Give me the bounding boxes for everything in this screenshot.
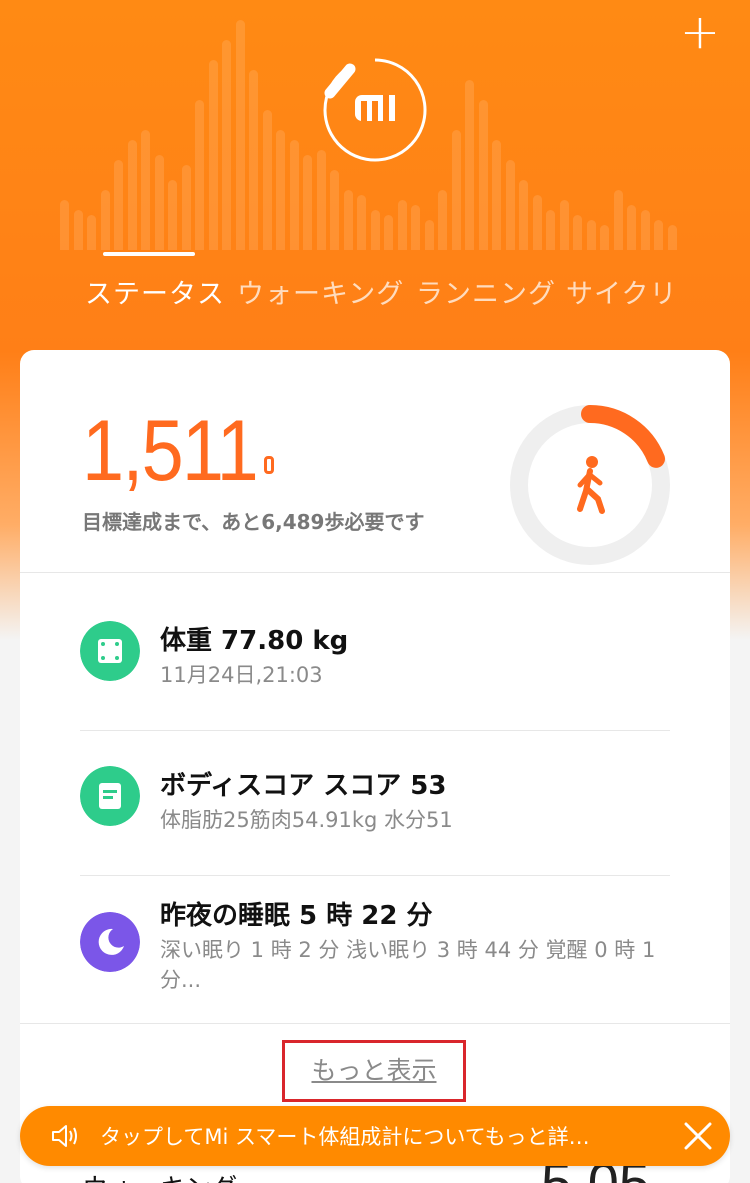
background-bar <box>478 100 488 250</box>
step-progress-ring[interactable] <box>510 405 670 565</box>
plus-icon: + <box>679 4 721 60</box>
row-divider <box>80 875 670 876</box>
progress-arc <box>581 405 666 468</box>
svg-text:z: z <box>115 935 120 945</box>
background-bar <box>613 190 623 250</box>
background-bar <box>424 220 434 250</box>
activity-tabs: ステータス ウォーキング ランニング サイクリ: <box>0 250 680 310</box>
background-bar <box>343 190 353 250</box>
mi-logo <box>323 58 427 162</box>
active-tab-indicator <box>103 252 195 256</box>
background-bar <box>654 220 663 250</box>
background-bar <box>546 210 555 250</box>
background-bar <box>73 210 83 250</box>
background-bar <box>667 225 677 250</box>
background-bar <box>154 155 164 250</box>
scale-icon <box>80 621 140 681</box>
summary-divider <box>20 572 730 573</box>
body-composition-detail: 体脂肪25筋肉54.91kg 水分51 <box>160 808 453 832</box>
background-bar <box>357 195 366 250</box>
step-count[interactable]: 1,511 <box>82 402 259 501</box>
sleep-title: 昨夜の睡眠 5 時 22 分 <box>160 901 433 931</box>
background-bar <box>262 110 272 250</box>
body-score-title: ボディスコア スコア 53 <box>160 771 447 801</box>
more-divider <box>20 1023 730 1024</box>
tab-status[interactable]: ステータス <box>85 272 225 310</box>
show-more-link[interactable]: もっと表示 <box>282 1040 466 1102</box>
background-bar <box>505 160 515 250</box>
report-icon <box>80 766 140 826</box>
walking-person-icon <box>577 456 605 514</box>
tab-cycling[interactable]: サイクリ: <box>566 272 680 310</box>
background-bar <box>168 180 177 250</box>
speaker-icon <box>52 1125 77 1147</box>
background-bar <box>208 60 218 250</box>
background-bar <box>519 180 528 250</box>
background-bar <box>586 220 596 250</box>
goal-remaining-text: 目標達成まで、あと6,489歩必要です <box>82 510 425 534</box>
background-bar <box>276 130 285 250</box>
background-bar <box>222 40 231 250</box>
background-bar <box>397 200 407 250</box>
background-bar <box>114 160 123 250</box>
background-bar <box>640 210 650 250</box>
status-card: 1,511 目標達成まで、あと6,489歩必要です 体重 77.80 kg 11… <box>20 350 730 1183</box>
background-bar <box>451 130 461 250</box>
background-bar <box>370 210 380 250</box>
background-bar <box>465 80 474 250</box>
background-bar <box>492 140 501 250</box>
tab-running[interactable]: ランニング <box>416 272 556 310</box>
background-bar <box>573 215 582 250</box>
weight-date: 11月24日,21:03 <box>160 663 323 687</box>
background-bar <box>181 165 191 250</box>
toast-message[interactable]: タップしてMi スマート体組成計についてもっと詳… <box>100 1121 640 1151</box>
background-bar <box>559 200 569 250</box>
background-bar <box>100 190 110 250</box>
row-divider <box>80 730 670 731</box>
tab-walking[interactable]: ウォーキング <box>237 272 404 310</box>
weight-title: 体重 77.80 kg <box>160 626 349 656</box>
background-bar <box>87 215 96 250</box>
background-bar <box>600 225 609 250</box>
background-bar <box>195 100 204 250</box>
background-bar <box>60 200 69 250</box>
background-bar <box>532 195 542 250</box>
background-bar <box>289 140 299 250</box>
background-bar <box>627 205 636 250</box>
promo-toast[interactable]: タップしてMi スマート体組成計についてもっと詳… <box>20 1106 730 1166</box>
background-bar <box>330 170 339 250</box>
background-bar <box>141 130 150 250</box>
background-bar <box>316 150 326 250</box>
sleep-detail: 深い眠り 1 時 2 分 浅い眠り 3 時 44 分 覚醒 0 時 1 分... <box>160 938 656 992</box>
sleep-moon-icon: z <box>80 912 140 972</box>
background-bar <box>411 205 420 250</box>
background-bar <box>235 20 245 250</box>
background-bar <box>249 70 258 250</box>
background-bar <box>384 215 393 250</box>
close-icon[interactable] <box>682 1120 714 1152</box>
band-icon <box>264 456 274 474</box>
background-bar <box>127 140 137 250</box>
background-bar <box>438 190 447 250</box>
background-bar <box>303 155 312 250</box>
walking-section-title: ウォーキング <box>82 1168 237 1183</box>
add-button[interactable]: + <box>678 8 722 56</box>
